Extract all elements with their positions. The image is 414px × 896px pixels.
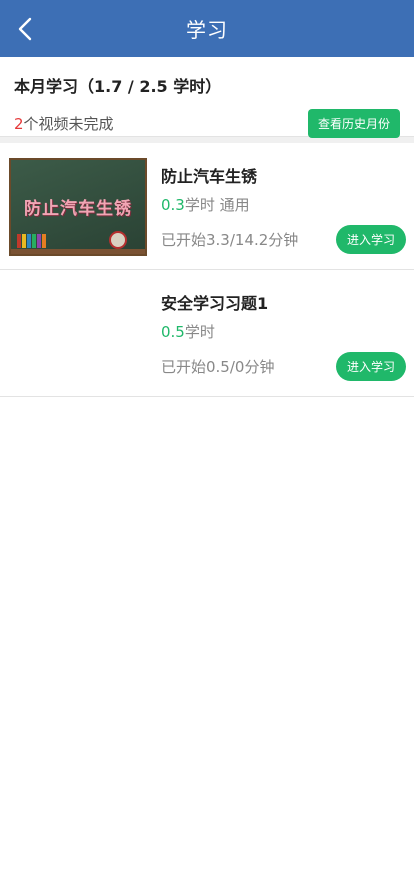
thumbnail-title: 防止汽车生锈 xyxy=(24,199,132,219)
books-decoration xyxy=(17,234,46,248)
incomplete-status: 2个视频未完成 xyxy=(14,113,114,134)
course-progress: 已开始3.3/14.2分钟 xyxy=(161,231,299,249)
clock-decoration xyxy=(109,231,127,249)
course-hours: 0.5学时 xyxy=(161,321,215,342)
back-button[interactable] xyxy=(10,14,40,44)
summary-title: 本月学习（1.7 / 2.5 学时） xyxy=(14,77,222,96)
enter-study-button[interactable]: 进入学习 xyxy=(335,352,406,381)
enter-study-button[interactable]: 进入学习 xyxy=(335,225,406,254)
course-item[interactable]: 防止汽车生锈 防止汽车生锈 0.3学时 通用 已开始3.3/14.2分钟 进入学… xyxy=(0,143,414,270)
incomplete-count: 2 xyxy=(14,115,24,133)
page-title: 学习 xyxy=(186,18,228,42)
course-title: 防止汽车生锈 xyxy=(161,167,258,186)
course-hours: 0.3学时 通用 xyxy=(161,194,250,215)
course-tag: 通用 xyxy=(219,196,250,214)
app-header: 学习 xyxy=(0,0,414,57)
course-title: 安全学习习题1 xyxy=(161,294,269,313)
hours-value: 0.5 xyxy=(161,323,185,341)
hours-unit: 学时 xyxy=(184,196,215,214)
course-thumbnail[interactable]: 防止汽车生锈 xyxy=(9,158,147,256)
incomplete-text: 个视频未完成 xyxy=(23,115,114,133)
view-history-button[interactable]: 查看历史月份 xyxy=(307,109,400,138)
chevron-left-icon xyxy=(18,17,32,41)
hours-unit: 学时 xyxy=(184,323,215,341)
course-item[interactable]: 安全学习习题1 0.5学时 已开始0.5/0分钟 进入学习 xyxy=(0,270,414,397)
monthly-summary: 本月学习（1.7 / 2.5 学时） 2个视频未完成 查看历史月份 xyxy=(0,57,414,138)
course-progress: 已开始0.5/0分钟 xyxy=(161,358,275,376)
hours-value: 0.3 xyxy=(161,196,185,214)
